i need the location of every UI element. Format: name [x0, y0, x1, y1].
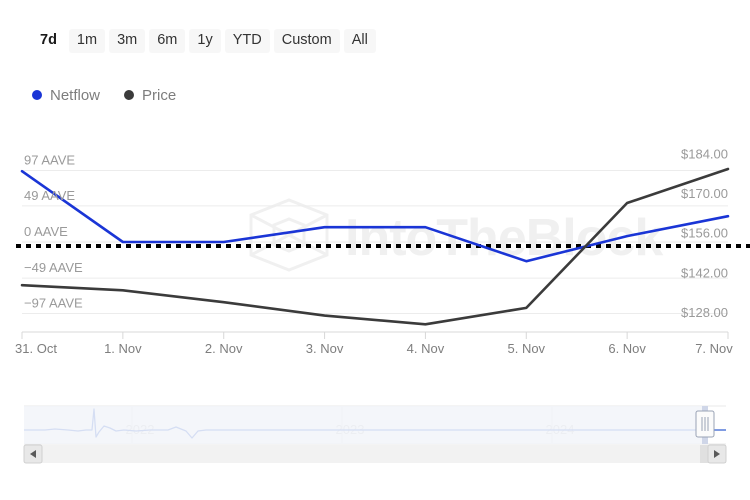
x-axis-labels: 31. Oct 1. Nov 2. Nov 3. Nov 4. Nov 5. Nov 6. …	[15, 341, 733, 356]
x-axis-tick-label: 3. Nov	[306, 341, 344, 356]
left-axis-tick-label: 49 AAVE	[24, 188, 75, 203]
right-axis-tick-label: $128.00	[681, 305, 728, 320]
chart-svg: IntoTheBlock 97 AAVE 49 AAVE 0 AAVE −49 AAV…	[0, 130, 750, 370]
hexagon-logo-icon	[251, 200, 327, 270]
navigator-handle-icon[interactable]	[696, 411, 714, 437]
right-axis-tick-label: $170.00	[681, 186, 728, 201]
range-button-all[interactable]: All	[344, 29, 376, 54]
legend-item-netflow[interactable]: Netflow	[32, 87, 100, 104]
right-axis-tick-label: $156.00	[681, 226, 728, 241]
legend-label-netflow: Netflow	[50, 87, 100, 104]
range-button-1y[interactable]: 1y	[189, 29, 220, 54]
range-button-7d[interactable]: 7d	[32, 29, 65, 54]
circle-dot-icon	[124, 90, 134, 100]
left-axis-tick-label: 97 AAVE	[24, 152, 75, 167]
right-axis-tick-label: $184.00	[681, 146, 728, 161]
navigator-scrollbar[interactable]	[0, 443, 750, 467]
x-axis-tick-label: 6. Nov	[608, 341, 646, 356]
range-button-1m[interactable]: 1m	[69, 29, 105, 54]
scrollbar-track[interactable]	[24, 445, 726, 463]
right-axis-tick-label: $142.00	[681, 265, 728, 280]
watermark: IntoTheBlock	[251, 200, 663, 270]
navigator-dim-mask	[24, 406, 704, 444]
range-button-ytd[interactable]: YTD	[225, 29, 270, 54]
x-axis-tick-label: 1. Nov	[104, 341, 142, 356]
legend-label-price: Price	[142, 87, 176, 104]
chart-plot-area[interactable]: IntoTheBlock 97 AAVE 49 AAVE 0 AAVE −49 AAV…	[0, 130, 750, 370]
left-axis-tick-label: −97 AAVE	[24, 296, 83, 311]
x-axis-tick-label: 2. Nov	[205, 341, 243, 356]
legend-item-price[interactable]: Price	[124, 87, 176, 104]
x-axis-tick-label: 4. Nov	[407, 341, 445, 356]
scroll-right-arrow-icon[interactable]	[708, 445, 726, 463]
x-axis-tick-label: 5. Nov	[507, 341, 545, 356]
range-button-6m[interactable]: 6m	[149, 29, 185, 54]
left-axis-tick-label: 0 AAVE	[24, 224, 68, 239]
range-button-custom[interactable]: Custom	[274, 29, 340, 54]
circle-dot-icon	[32, 90, 42, 100]
scrollbar-svg	[0, 443, 750, 467]
chart-legend: Netflow Price	[32, 82, 176, 108]
range-button-3m[interactable]: 3m	[109, 29, 145, 54]
scroll-left-arrow-icon[interactable]	[24, 445, 42, 463]
range-selector: 7d 1m 3m 6m 1y YTD Custom All	[0, 26, 750, 56]
x-axis-tick-label: 31. Oct	[15, 341, 57, 356]
left-axis-tick-label: −49 AAVE	[24, 260, 83, 275]
x-axis-tick-label: 7. Nov	[695, 341, 733, 356]
